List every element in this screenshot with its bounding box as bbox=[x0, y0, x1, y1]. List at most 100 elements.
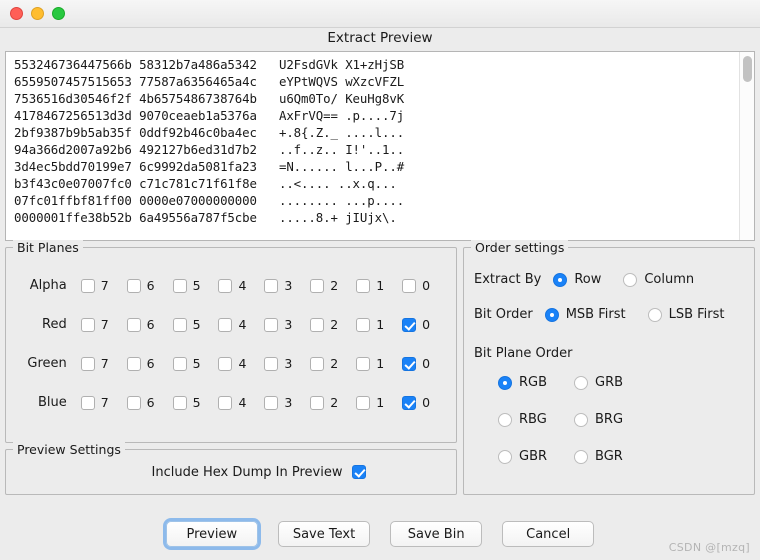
bit-cell-red-5[interactable]: 5 bbox=[172, 317, 219, 332]
radio-rgb[interactable] bbox=[498, 375, 512, 390]
bit-plane-order-option-rgb[interactable]: RGB bbox=[498, 375, 574, 390]
bit-cell-green-6[interactable]: 6 bbox=[126, 356, 173, 371]
bit-cell-alpha-3[interactable]: 3 bbox=[264, 278, 310, 293]
checkbox-red-bit-6[interactable] bbox=[126, 317, 141, 332]
checkbox-green-bit-7[interactable] bbox=[80, 356, 95, 371]
bit-cell-red-6[interactable]: 6 bbox=[126, 317, 173, 332]
checkbox-green-bit-5[interactable] bbox=[172, 356, 187, 371]
bit-cell-alpha-2[interactable]: 2 bbox=[310, 278, 356, 293]
checkbox-blue-bit-7[interactable] bbox=[80, 395, 95, 410]
checkbox-green-bit-6[interactable] bbox=[126, 356, 141, 371]
bit-number-label: 6 bbox=[146, 278, 155, 293]
bit-cell-alpha-0[interactable]: 0 bbox=[402, 278, 448, 293]
extract-by-option-row[interactable]: Row bbox=[553, 272, 601, 287]
radio-msb-first[interactable] bbox=[544, 307, 559, 322]
bit-cell-blue-3[interactable]: 3 bbox=[264, 395, 310, 410]
minimize-button[interactable] bbox=[31, 7, 44, 20]
save-bin-button[interactable]: Save Bin bbox=[390, 521, 483, 547]
bit-plane-order-option-gbr[interactable]: GBR bbox=[498, 449, 574, 464]
checkbox-red-bit-5[interactable] bbox=[172, 317, 187, 332]
bit-cell-red-3[interactable]: 3 bbox=[264, 317, 310, 332]
checkbox-blue-bit-2[interactable] bbox=[310, 395, 325, 410]
checkbox-alpha-bit-2[interactable] bbox=[310, 278, 325, 293]
checkbox-blue-bit-1[interactable] bbox=[356, 395, 371, 410]
bit-cell-blue-0[interactable]: 0 bbox=[402, 395, 448, 410]
checkbox-alpha-bit-7[interactable] bbox=[80, 278, 95, 293]
bit-cell-green-4[interactable]: 4 bbox=[218, 356, 264, 371]
bit-cell-green-0[interactable]: 0 bbox=[402, 356, 448, 371]
radio-brg[interactable] bbox=[574, 412, 588, 427]
checkbox-blue-bit-0[interactable] bbox=[402, 395, 417, 410]
bit-cell-alpha-6[interactable]: 6 bbox=[126, 278, 173, 293]
bit-cell-blue-7[interactable]: 7 bbox=[80, 395, 127, 410]
bit-cell-red-1[interactable]: 1 bbox=[356, 317, 402, 332]
bit-cell-blue-4[interactable]: 4 bbox=[218, 395, 264, 410]
radio-column[interactable] bbox=[623, 272, 638, 287]
bit-cell-red-2[interactable]: 2 bbox=[310, 317, 356, 332]
bit-cell-blue-1[interactable]: 1 bbox=[356, 395, 402, 410]
checkbox-alpha-bit-1[interactable] bbox=[356, 278, 371, 293]
bit-plane-order-option-grb[interactable]: GRB bbox=[574, 375, 650, 390]
bit-order-option-msb-first[interactable]: MSB First bbox=[544, 307, 626, 322]
checkbox-alpha-bit-4[interactable] bbox=[218, 278, 233, 293]
vertical-scrollbar[interactable] bbox=[739, 52, 754, 240]
bit-cell-blue-5[interactable]: 5 bbox=[172, 395, 219, 410]
bit-cell-alpha-7[interactable]: 7 bbox=[80, 278, 127, 293]
maximize-button[interactable] bbox=[52, 7, 65, 20]
checkbox-alpha-bit-0[interactable] bbox=[402, 278, 417, 293]
bit-cell-green-7[interactable]: 7 bbox=[80, 356, 127, 371]
bit-cell-green-3[interactable]: 3 bbox=[264, 356, 310, 371]
save-text-button[interactable]: Save Text bbox=[277, 521, 371, 547]
checkbox-red-bit-2[interactable] bbox=[310, 317, 325, 332]
checkbox-blue-bit-4[interactable] bbox=[218, 395, 233, 410]
checkbox-blue-bit-5[interactable] bbox=[172, 395, 187, 410]
bit-cell-blue-6[interactable]: 6 bbox=[126, 395, 173, 410]
radio-lsb-first[interactable] bbox=[647, 307, 662, 322]
bit-cell-red-4[interactable]: 4 bbox=[218, 317, 264, 332]
bit-cell-alpha-5[interactable]: 5 bbox=[172, 278, 219, 293]
checkbox-red-bit-0[interactable] bbox=[402, 317, 417, 332]
preview-textarea[interactable]: 553246736447566b 58312b7a486a5342 U2FsdG… bbox=[5, 51, 755, 241]
checkbox-alpha-bit-6[interactable] bbox=[126, 278, 141, 293]
extract-by-option-column[interactable]: Column bbox=[623, 272, 694, 287]
checkbox-red-bit-1[interactable] bbox=[356, 317, 371, 332]
checkbox-red-bit-7[interactable] bbox=[80, 317, 95, 332]
close-button[interactable] bbox=[10, 7, 23, 20]
checkbox-red-bit-3[interactable] bbox=[264, 317, 279, 332]
right-column: Order settings Extract By Row Column Bit … bbox=[463, 240, 755, 495]
scrollbar-thumb[interactable] bbox=[743, 56, 752, 82]
radio-gbr[interactable] bbox=[498, 449, 512, 464]
bit-cell-alpha-4[interactable]: 4 bbox=[218, 278, 264, 293]
hexdump-text[interactable]: 553246736447566b 58312b7a486a5342 U2FsdG… bbox=[6, 52, 739, 240]
radio-rbg[interactable] bbox=[498, 412, 512, 427]
checkbox-green-bit-1[interactable] bbox=[356, 356, 371, 371]
checkbox-red-bit-4[interactable] bbox=[218, 317, 233, 332]
checkbox-blue-bit-3[interactable] bbox=[264, 395, 279, 410]
include-hex-dump-row[interactable]: Include Hex Dump In Preview bbox=[96, 465, 367, 480]
radio-bgr[interactable] bbox=[574, 449, 588, 464]
bit-number-label: 5 bbox=[192, 356, 201, 371]
bit-cell-blue-2[interactable]: 2 bbox=[310, 395, 356, 410]
bit-plane-order-option-brg[interactable]: BRG bbox=[574, 412, 650, 427]
checkbox-green-bit-3[interactable] bbox=[264, 356, 279, 371]
bit-order-option-lsb-first[interactable]: LSB First bbox=[647, 307, 725, 322]
bit-plane-order-option-bgr[interactable]: BGR bbox=[574, 449, 650, 464]
bit-plane-order-option-rbg[interactable]: RBG bbox=[498, 412, 574, 427]
bit-cell-red-7[interactable]: 7 bbox=[80, 317, 127, 332]
bit-cell-green-2[interactable]: 2 bbox=[310, 356, 356, 371]
checkbox-blue-bit-6[interactable] bbox=[126, 395, 141, 410]
checkbox-green-bit-4[interactable] bbox=[218, 356, 233, 371]
cancel-button[interactable]: Cancel bbox=[502, 521, 595, 547]
checkbox-green-bit-0[interactable] bbox=[402, 356, 417, 371]
checkbox-green-bit-2[interactable] bbox=[310, 356, 325, 371]
bit-cell-alpha-1[interactable]: 1 bbox=[356, 278, 402, 293]
radio-grb[interactable] bbox=[574, 375, 588, 390]
bit-cell-green-5[interactable]: 5 bbox=[172, 356, 219, 371]
bit-cell-red-0[interactable]: 0 bbox=[402, 317, 448, 332]
preview-button[interactable]: Preview bbox=[165, 521, 258, 547]
radio-row[interactable] bbox=[553, 272, 568, 287]
bit-cell-green-1[interactable]: 1 bbox=[356, 356, 402, 371]
checkbox-alpha-bit-3[interactable] bbox=[264, 278, 279, 293]
checkbox-alpha-bit-5[interactable] bbox=[172, 278, 187, 293]
include-hex-dump-checkbox[interactable] bbox=[352, 465, 367, 479]
